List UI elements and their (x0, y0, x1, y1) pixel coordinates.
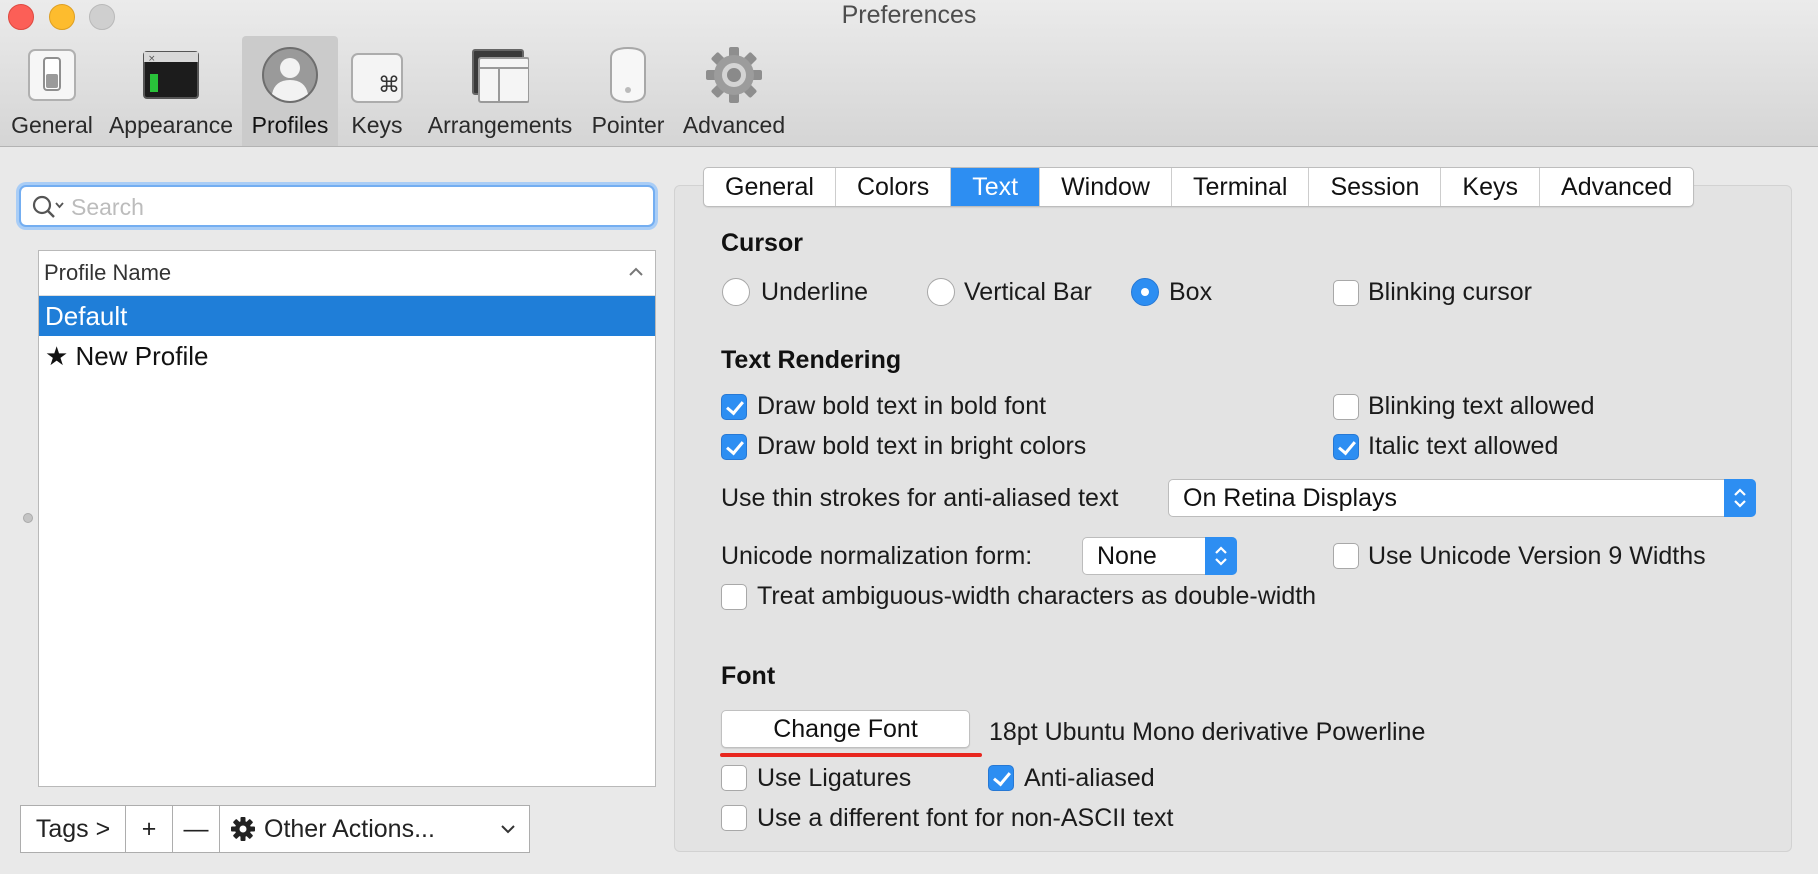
font-section-title: Font (721, 662, 776, 690)
profile-name-column-header[interactable]: Profile Name (39, 251, 655, 296)
command-key-icon: ⌘ (351, 53, 403, 103)
blinking-cursor-checkbox[interactable] (1333, 280, 1359, 306)
bold-font-label[interactable]: Draw bold text in bold font (757, 392, 1046, 421)
ligatures-label[interactable]: Use Ligatures (757, 764, 911, 793)
popup-arrows-icon (1724, 479, 1756, 517)
tags-button[interactable]: Tags > (21, 806, 126, 852)
current-font-label: 18pt Ubuntu Mono derivative Powerline (989, 718, 1426, 746)
cursor-box-label[interactable]: Box (1169, 278, 1212, 307)
profile-row-new-profile[interactable]: ★ New Profile (39, 336, 655, 376)
anti-aliased-checkbox[interactable] (988, 765, 1014, 791)
tab-advanced[interactable]: Advanced (1540, 168, 1693, 206)
tab-keys[interactable]: Keys (1441, 168, 1541, 206)
cursor-section-title: Cursor (721, 229, 803, 257)
unicode-normalization-label: Unicode normalization form: (721, 542, 1033, 570)
unicode-normalization-popup[interactable]: None (1082, 537, 1237, 575)
toolbar-item-arrangements[interactable]: Arrangements (420, 36, 580, 146)
toolbar-label: Appearance (108, 112, 234, 138)
profile-actions-bar: Tags > + — Other Actions... (20, 805, 530, 853)
toolbar-label: General (11, 112, 93, 138)
profile-list[interactable]: Profile Name Default ★ New Profile (38, 250, 656, 787)
svg-text:×: × (148, 54, 156, 64)
blinking-cursor-label[interactable]: Blinking cursor (1368, 278, 1532, 307)
switch-icon (28, 49, 76, 101)
tab-general[interactable]: General (704, 168, 836, 206)
chevron-down-icon (501, 825, 515, 834)
sort-ascending-icon (629, 267, 643, 276)
toolbar-item-profiles[interactable]: Profiles (242, 36, 338, 146)
add-profile-button[interactable]: + (126, 806, 173, 852)
bold-font-checkbox[interactable] (721, 394, 747, 420)
ligatures-checkbox[interactable] (721, 765, 747, 791)
search-box[interactable] (19, 185, 655, 227)
tab-terminal[interactable]: Terminal (1172, 168, 1310, 206)
toolbar-label: Profiles (251, 112, 329, 138)
toolbar-item-advanced[interactable]: Advanced (678, 36, 790, 146)
toolbar-item-keys[interactable]: ⌘ Keys (342, 36, 412, 146)
thin-strokes-popup[interactable]: On Retina Displays (1168, 479, 1756, 517)
column-header-label: Profile Name (44, 260, 172, 285)
popup-arrows-icon (1205, 537, 1237, 575)
cursor-underline-radio[interactable] (722, 278, 750, 306)
toolbar-label: Advanced (682, 112, 786, 138)
cursor-underline-label[interactable]: Underline (761, 278, 868, 307)
profile-tabs: General Colors Text Window Terminal Sess… (703, 167, 1695, 207)
search-icon (32, 195, 64, 218)
split-view-handle[interactable] (23, 513, 33, 523)
tab-session[interactable]: Session (1309, 168, 1442, 206)
window-arrangement-icon (472, 49, 529, 103)
thin-strokes-label: Use thin strokes for anti-aliased text (721, 484, 1119, 512)
toolbar-item-general[interactable]: General (4, 36, 100, 146)
unicode-v9-checkbox[interactable] (1333, 543, 1359, 569)
ambiguous-width-label[interactable]: Treat ambiguous-width characters as doub… (757, 582, 1316, 611)
mouse-icon (610, 46, 646, 104)
cursor-vertical-bar-radio[interactable] (927, 278, 955, 306)
other-actions-button[interactable]: Other Actions... (220, 806, 529, 852)
non-ascii-font-checkbox[interactable] (721, 805, 747, 831)
bold-bright-label[interactable]: Draw bold text in bright colors (757, 432, 1086, 461)
tab-text[interactable]: Text (951, 168, 1041, 206)
search-input[interactable] (69, 191, 643, 223)
non-ascii-font-label[interactable]: Use a different font for non-ASCII text (757, 804, 1173, 833)
toolbar-label: Arrangements (427, 112, 573, 138)
blinking-text-label[interactable]: Blinking text allowed (1368, 392, 1595, 421)
anti-aliased-label[interactable]: Anti-aliased (1024, 764, 1155, 793)
other-actions-label: Other Actions... (264, 814, 435, 843)
unicode-normalization-value: None (1097, 542, 1157, 570)
profile-row-default[interactable]: Default (39, 296, 655, 336)
unicode-v9-label[interactable]: Use Unicode Version 9 Widths (1368, 542, 1706, 571)
italic-text-label[interactable]: Italic text allowed (1368, 432, 1558, 461)
italic-text-checkbox[interactable] (1333, 434, 1359, 460)
text-rendering-section-title: Text Rendering (721, 346, 902, 374)
change-font-button[interactable]: Change Font (721, 710, 970, 748)
gear-icon (231, 817, 255, 841)
toolbar-label: Pointer (591, 112, 665, 138)
gear-icon (706, 47, 762, 103)
svg-text:⌘: ⌘ (378, 73, 400, 98)
tab-window[interactable]: Window (1040, 168, 1172, 206)
toolbar-item-pointer[interactable]: Pointer (588, 36, 668, 146)
cursor-box-radio[interactable] (1131, 278, 1159, 306)
toolbar-label: Keys (351, 112, 403, 138)
bold-bright-checkbox[interactable] (721, 434, 747, 460)
annotation-underline (720, 753, 982, 757)
blinking-text-checkbox[interactable] (1333, 394, 1359, 420)
tab-colors[interactable]: Colors (836, 168, 952, 206)
remove-profile-button[interactable]: — (173, 806, 220, 852)
window-title: Preferences (841, 1, 977, 29)
ambiguous-width-checkbox[interactable] (721, 584, 747, 610)
window-toolbar: Preferences General × Appearance Profile… (0, 0, 1818, 147)
toolbar-item-appearance[interactable]: × Appearance (104, 36, 238, 146)
user-silhouette-icon (262, 47, 318, 103)
thin-strokes-value: On Retina Displays (1183, 484, 1397, 512)
terminal-window-icon: × (143, 51, 199, 99)
cursor-vertical-bar-label[interactable]: Vertical Bar (964, 278, 1092, 307)
